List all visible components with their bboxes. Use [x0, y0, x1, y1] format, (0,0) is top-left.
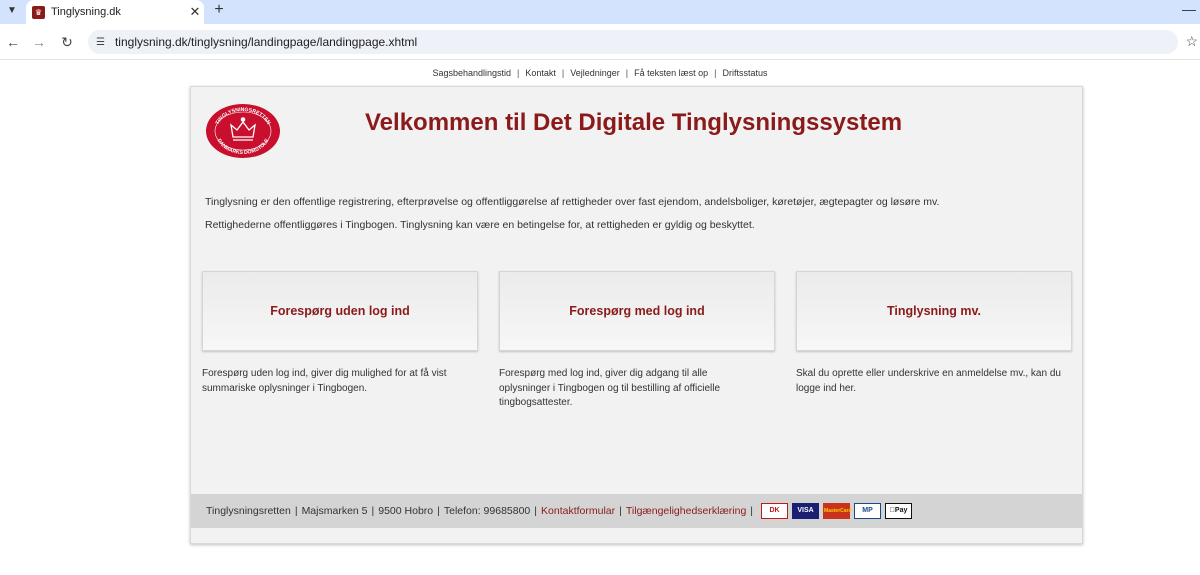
- option-description-3: Skal du oprette eller underskrive en anm…: [796, 368, 1061, 394]
- mobilepay-icon: MP: [854, 503, 882, 519]
- option-foresporg-uden-log-ind-button[interactable]: Forespørg uden log ind: [202, 271, 478, 351]
- page-title: Velkommen til Det Digitale Tinglysningss…: [365, 109, 903, 136]
- footer: Tinglysningsretten | Majsmarken 5 | 9500 H…: [191, 494, 1082, 528]
- url-text: tinglysning.dk/tinglysning/landingpage/l…: [114, 35, 418, 49]
- page: Sagsbehandlingstid | Kontakt | Vejledninger |…: [0, 60, 1200, 575]
- tab-title: Tinglysning.dk: [51, 6, 121, 18]
- option-foresporg-med-log-ind-button[interactable]: Forespørg med log ind: [499, 271, 775, 351]
- address-bar[interactable]: ☰ tinglysning.dk/tinglysning/landingpage…: [88, 30, 1178, 54]
- footer-phone: Telefon: 99685800: [443, 505, 531, 517]
- back-arrow-icon[interactable]: ←: [4, 33, 22, 51]
- option-description-2: Forespørg med log ind, giver dig adgang …: [499, 368, 721, 408]
- nav-laest-op[interactable]: Få teksten læst op: [634, 68, 708, 78]
- crown-favicon-icon: ♛: [32, 5, 45, 19]
- option-label: Forespørg uden log ind: [270, 304, 410, 318]
- visa-icon: VISA: [792, 503, 820, 519]
- option-label: Forespørg med log ind: [569, 304, 705, 318]
- tinglysningsretten-logo: TINGLYSNINGSRETTEN DANMARKS DOMSTOLE: [206, 104, 280, 158]
- accessibility-link[interactable]: Tilgængelighedserklæring: [626, 505, 746, 517]
- bookmark-star-icon[interactable]: ☆: [1185, 33, 1198, 50]
- close-icon[interactable]: ✕: [186, 4, 204, 20]
- dankort-icon: DK: [761, 503, 789, 519]
- nav-sagsbehandlingstid[interactable]: Sagsbehandlingstid: [432, 68, 511, 78]
- site-settings-icon[interactable]: ☰: [96, 37, 105, 48]
- forward-arrow-icon[interactable]: →: [30, 33, 48, 51]
- nav-vejledninger[interactable]: Vejledninger: [570, 68, 620, 78]
- mastercard-icon: MasterCard: [823, 503, 852, 519]
- footer-address: Majsmarken 5: [301, 505, 368, 517]
- option-label: Tinglysning mv.: [887, 304, 981, 318]
- apple-pay-icon: Pay: [885, 503, 913, 519]
- intro-paragraph-1: Tinglysning er den offentlige registreri…: [205, 196, 940, 208]
- contact-form-link[interactable]: Kontaktformular: [541, 505, 615, 517]
- option-tinglysning-button[interactable]: Tinglysning mv.: [796, 271, 1072, 351]
- new-tab-plus-icon[interactable]: +: [210, 1, 228, 19]
- option-description-1: Forespørg uden log ind, giver dig muligh…: [202, 368, 447, 394]
- footer-city: 9500 Hobro: [378, 505, 434, 517]
- nav-driftsstatus[interactable]: Driftsstatus: [723, 68, 768, 78]
- main-card: TINGLYSNINGSRETTEN DANMARKS DOMSTOLE Vel…: [190, 86, 1083, 544]
- browser-toolbar: ← → ↻ ☰ tinglysning.dk/tinglysning/landi…: [0, 24, 1200, 60]
- intro-paragraph-2: Rettighederne offentliggøres i Tingbogen…: [205, 218, 755, 231]
- intro-text: Tinglysning er den offentlige registreri…: [205, 197, 939, 242]
- browser-tabbar: ▼ ♛ Tinglysning.dk ✕ + —: [0, 0, 1200, 24]
- minimize-icon[interactable]: —: [1182, 1, 1196, 17]
- top-nav: Sagsbehandlingstid | Kontakt | Vejledninger |…: [432, 68, 768, 78]
- browser-tab[interactable]: ♛ Tinglysning.dk ✕: [26, 0, 204, 24]
- reload-icon[interactable]: ↻: [58, 33, 76, 51]
- nav-kontakt[interactable]: Kontakt: [525, 68, 556, 78]
- tab-search-chevron-icon[interactable]: ▼: [4, 3, 20, 19]
- footer-org: Tinglysningsretten: [206, 505, 291, 517]
